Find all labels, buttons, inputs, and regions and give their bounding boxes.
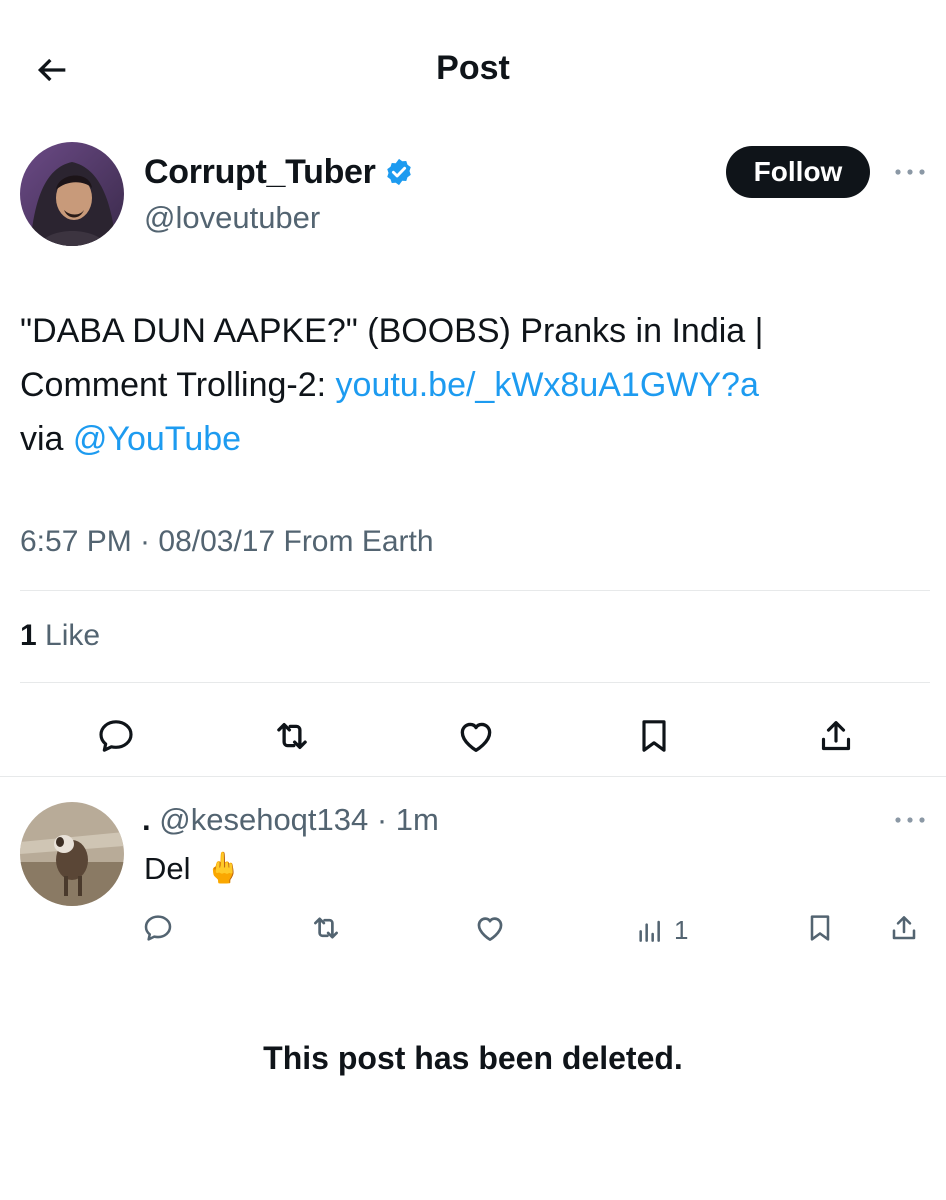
deleted-notice: This post has been deleted. — [263, 1040, 683, 1076]
divider — [20, 682, 930, 683]
reply-display-name[interactable]: . — [142, 802, 151, 837]
reply-avatar[interactable] — [20, 802, 124, 906]
reply-views[interactable]: 1 — [634, 910, 688, 950]
repost-icon — [314, 917, 338, 939]
back-button[interactable] — [28, 46, 76, 94]
reply-handle-time[interactable]: @kesehoqt134 · 1m — [159, 802, 439, 837]
reply-like-button[interactable] — [470, 908, 510, 948]
middle-finger-emoji: 🖕 — [204, 852, 242, 885]
reply-icon — [99, 720, 133, 752]
repost-icon — [277, 722, 307, 750]
repost-button[interactable] — [268, 712, 316, 760]
post-text-via: via — [20, 420, 73, 458]
likes-count[interactable]: 1 Like — [20, 614, 100, 658]
more-icon — [895, 817, 925, 823]
reply-share-button[interactable] — [884, 908, 924, 948]
share-icon — [821, 721, 851, 751]
reply-button[interactable] — [92, 712, 140, 760]
author-handle[interactable]: @loveutuber — [144, 198, 320, 238]
author-name[interactable]: Corrupt_Tuber — [144, 152, 376, 192]
mention-link[interactable]: @YouTube — [73, 420, 241, 458]
divider — [0, 776, 946, 777]
author-name-row: Corrupt_Tuber — [144, 152, 414, 192]
bookmark-icon — [810, 915, 830, 941]
divider — [20, 590, 930, 591]
post-link[interactable]: youtu.be/_kWx8uA1GWY?a — [336, 366, 759, 404]
bookmark-button[interactable] — [630, 712, 678, 760]
share-icon — [892, 916, 916, 940]
post-text: "DABA DUN AAPKE?" (BOOBS) Pranks in Indi… — [20, 304, 920, 466]
reply-reply-button[interactable] — [138, 908, 178, 948]
verified-badge-icon — [386, 158, 411, 186]
follow-button[interactable]: Follow — [726, 146, 870, 198]
page-title: Post — [436, 49, 510, 87]
author-avatar[interactable] — [20, 142, 124, 246]
reply-views-count: 1 — [674, 914, 689, 945]
reply-text: Del 🖕 — [144, 848, 242, 890]
reply-bookmark-button[interactable] — [800, 908, 840, 948]
like-icon — [460, 722, 492, 753]
share-button[interactable] — [812, 712, 860, 760]
reply-body: Del — [144, 851, 191, 886]
reply-header: . @kesehoqt134 · 1m — [142, 800, 439, 840]
reply-repost-button[interactable] — [306, 908, 346, 948]
views-icon — [639, 920, 660, 942]
likes-label: Like — [45, 619, 101, 652]
likes-number: 1 — [20, 619, 37, 652]
more-icon — [895, 169, 925, 175]
like-button[interactable] — [452, 712, 500, 760]
reply-more-button[interactable] — [892, 808, 928, 832]
reply-icon — [144, 915, 172, 941]
like-icon — [477, 917, 503, 941]
bookmark-icon — [642, 720, 666, 752]
post-timestamp[interactable]: 6:57 PM · 08/03/17 From Earth — [20, 520, 434, 564]
post-more-button[interactable] — [892, 160, 928, 184]
back-arrow-icon — [37, 58, 66, 82]
